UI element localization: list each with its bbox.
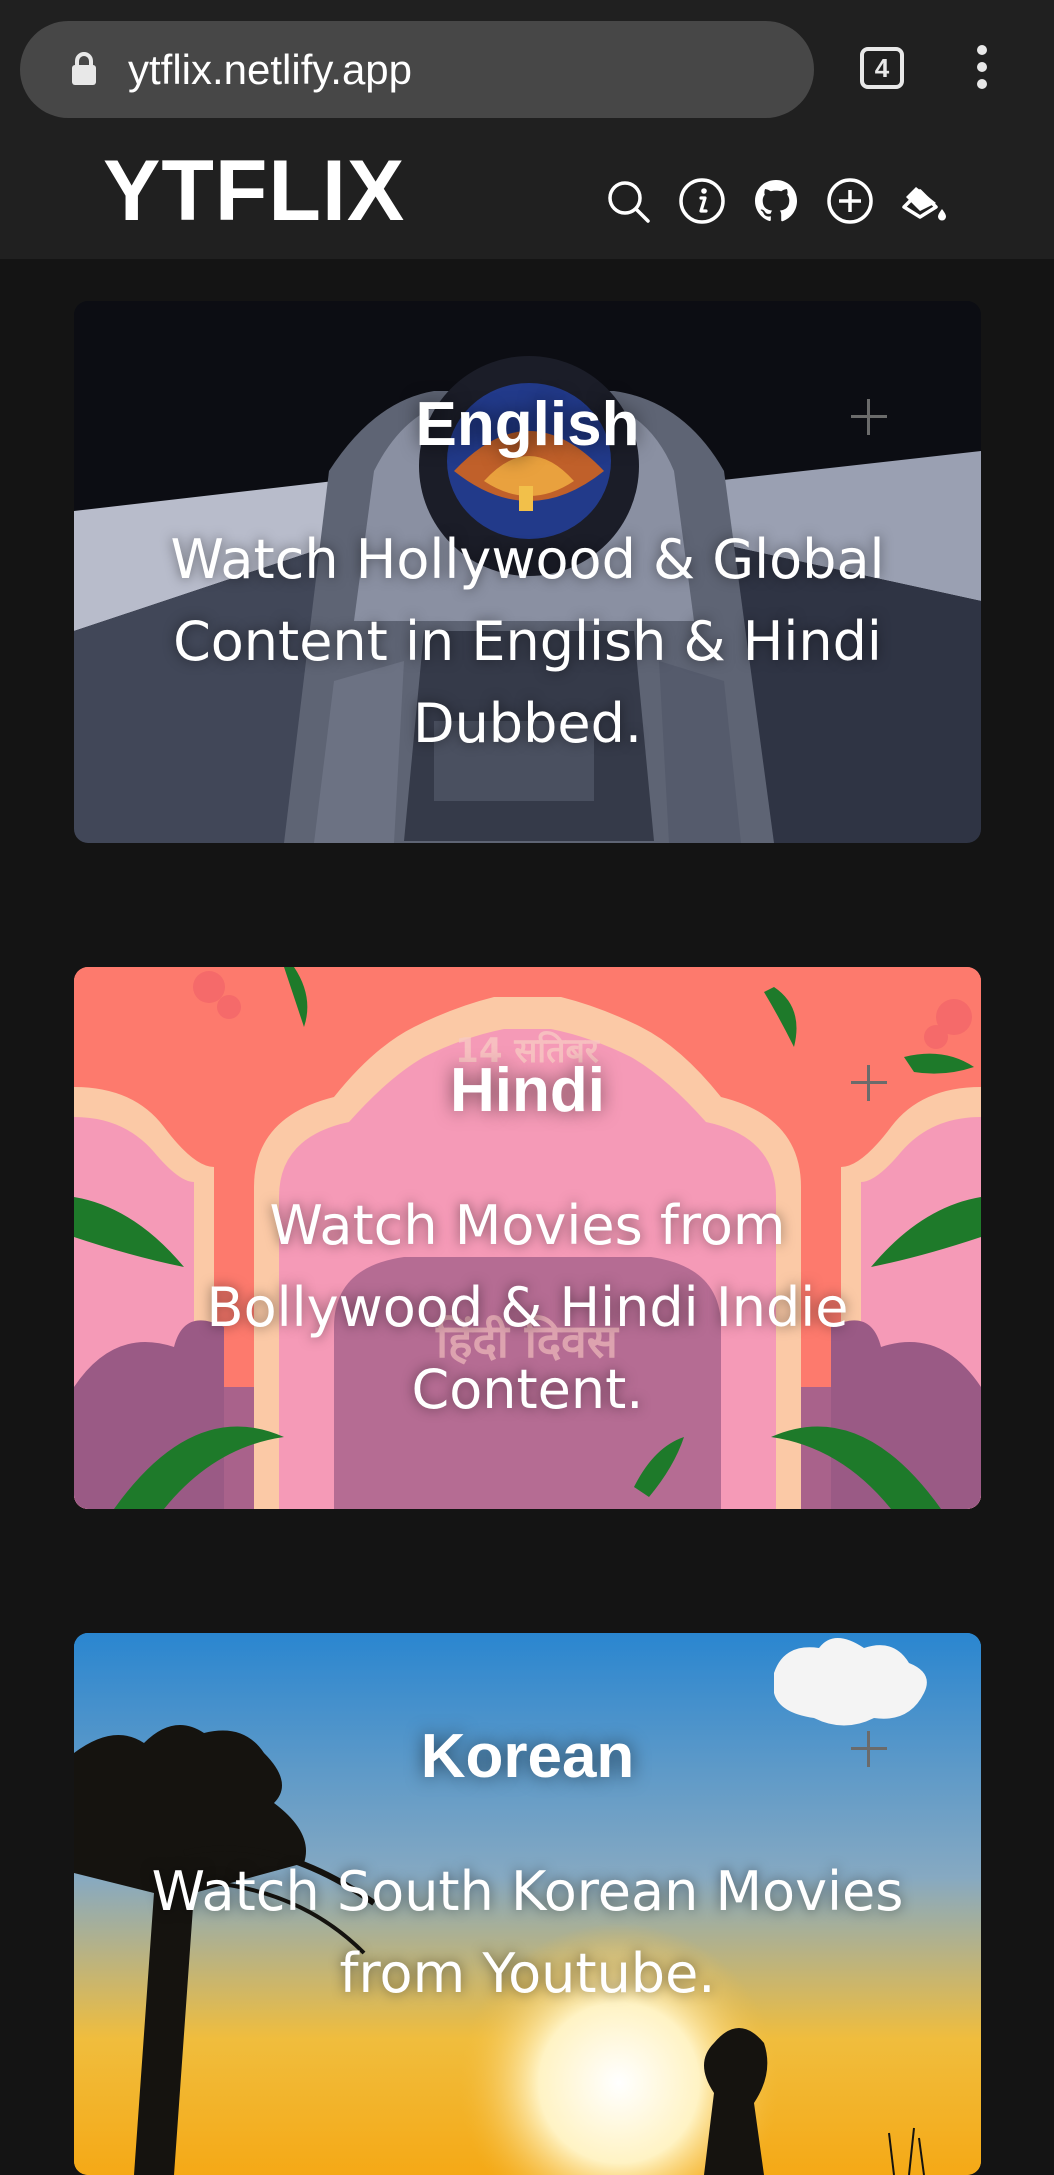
add-circle-icon[interactable] <box>822 173 878 229</box>
card-title: Korean <box>420 1722 635 1791</box>
site-header: YTFLIX <box>0 140 1054 259</box>
more-vert-icon[interactable] <box>970 45 994 95</box>
info-icon[interactable] <box>674 173 730 229</box>
search-icon[interactable] <box>600 173 656 229</box>
card-title: English <box>415 390 640 459</box>
paint-bucket-icon[interactable] <box>896 173 952 229</box>
category-card-korean[interactable]: Korean Watch South Korean Movies from Yo… <box>74 1633 981 2175</box>
add-icon[interactable] <box>849 1729 889 1769</box>
add-icon[interactable] <box>849 1063 889 1103</box>
card-title: Hindi <box>450 1056 605 1125</box>
add-icon[interactable] <box>849 397 889 437</box>
tab-count: 4 <box>874 52 890 83</box>
category-card-english[interactable]: English Watch Hollywood & Global Content… <box>74 301 981 843</box>
header-actions <box>600 173 970 233</box>
lock-icon <box>72 52 96 85</box>
tabs-button[interactable]: 4 <box>860 47 904 89</box>
site-logo[interactable]: YTFLIX <box>103 140 405 243</box>
card-description: Watch Movies from Bollywood & Hindi Indi… <box>206 1194 849 1421</box>
card-description: Watch South Korean Movies from Youtube. <box>151 1860 904 2005</box>
card-description: Watch Hollywood & Global Content in Engl… <box>170 528 885 755</box>
github-icon[interactable] <box>748 173 804 229</box>
category-card-hindi[interactable]: 14 सतिबर हिंदी दिवस Hindi Watch Movies f… <box>74 967 981 1509</box>
url-text[interactable]: ytflix.netlify.app <box>128 21 412 118</box>
browser-toolbar: ytflix.netlify.app 4 <box>0 0 1054 140</box>
address-bar[interactable]: ytflix.netlify.app <box>20 21 814 118</box>
